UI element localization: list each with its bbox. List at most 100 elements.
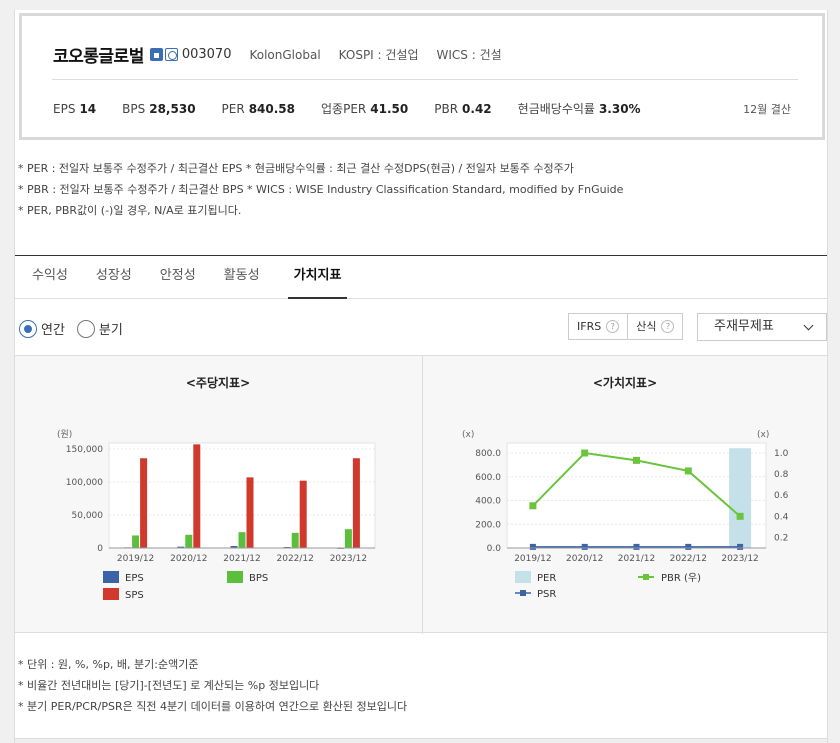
bar-bps <box>132 535 140 548</box>
title-row: 코오롱글로벌 003070 KolonGlobal KOSPI : 건설업 WI… <box>53 42 502 67</box>
x-tick-label: 2021/12 <box>618 554 655 564</box>
bar-bps <box>291 532 299 548</box>
y-tick-label: 150,000 <box>66 445 103 455</box>
y2-tick-label: 0.2 <box>774 533 788 543</box>
footnote-line: * 단위 : 원, %, %p, 배, 분기:순액기준 <box>18 658 199 671</box>
statement-select-value: 주재무제표 <box>714 319 774 334</box>
radio-annual-label[interactable]: 연간 <box>41 319 65 338</box>
point-psr <box>529 543 536 550</box>
note-line: * PER : 전일자 보통주 수정주가 / 최근결산 EPS * 현금배당수익… <box>18 162 574 175</box>
y2-tick-label: 0.8 <box>774 470 789 480</box>
wics-sector: WICS : 건설 <box>436 48 502 62</box>
legend-label: SPS <box>125 590 144 601</box>
point-pbr <box>581 449 589 457</box>
english-name: KolonGlobal <box>249 47 321 62</box>
tab-profitability[interactable]: 수익성 <box>32 256 68 299</box>
legend-swatch <box>103 588 119 600</box>
chevron-down-icon <box>803 320 814 331</box>
footnote-line: * 비율간 전년대비는 [당기]-[전년도] 로 계산되는 %p 정보입니다 <box>18 679 320 692</box>
x-tick-label: 2023/12 <box>721 554 758 564</box>
point-pbr <box>736 512 744 520</box>
y-axis-label: (x) <box>462 430 474 440</box>
y-tick-label: 50,000 <box>72 511 104 521</box>
x-tick-label: 2022/12 <box>277 554 314 564</box>
indicator-tabs: 수익성 성장성 안정성 활동성 가치지표 <box>15 255 827 299</box>
x-tick-label: 2023/12 <box>330 554 367 564</box>
x-tick-label: 2020/12 <box>566 554 603 564</box>
x-tick-label: 2021/12 <box>223 554 260 564</box>
bar-sps <box>299 480 307 548</box>
help-icon[interactable]: ? <box>606 320 620 333</box>
x-tick-label: 2022/12 <box>670 554 707 564</box>
radio-annual[interactable] <box>19 319 37 338</box>
formula-button[interactable]: 산식? <box>627 314 682 339</box>
page-container: 코오롱글로벌 003070 KolonGlobal KOSPI : 건설업 WI… <box>14 10 828 743</box>
point-pbr <box>684 467 692 475</box>
metric-dividend-yield: 현금배당수익률 3.30% <box>517 102 641 116</box>
period-selector: 연간 분기 <box>19 319 135 338</box>
radio-quarter-label[interactable]: 분기 <box>99 319 123 338</box>
valuation-chart: (x) (x) 0.0 200.0 400.0 600.0 800.0 0.2 0.4 0.6 0.… <box>462 430 789 600</box>
per-share-chart-panel: <주당지표> (원) 0 50,000 100,000 150,000 2019/12 20… <box>15 356 421 634</box>
y-tick-label: 600.0 <box>475 473 501 483</box>
point-psr <box>685 543 692 550</box>
legend-label: PER <box>537 573 556 584</box>
legend-swatch <box>103 571 119 583</box>
y-tick-label: 100,000 <box>66 478 103 488</box>
bar-per <box>729 448 752 548</box>
note-line: * PBR : 전일자 보통주 수정주가 / 최근결산 BPS * WICS :… <box>18 183 624 196</box>
bar-bps <box>185 534 193 548</box>
footnote-line: * 분기 PER/PCR/PSR은 직전 4분기 데이터를 이용하여 연간으로 … <box>18 700 408 713</box>
y2-axis-label: (x) <box>757 430 769 440</box>
legend-label: PBR (우) <box>661 572 701 584</box>
legend-label: EPS <box>125 573 144 584</box>
x-tick-label: 2019/12 <box>514 554 551 564</box>
table-header-strip <box>15 738 827 743</box>
bar-bps <box>344 529 352 548</box>
y-axis-label: (원) <box>57 429 72 440</box>
y-tick-label: 800.0 <box>475 449 501 459</box>
ifrs-button[interactable]: IFRS? <box>569 314 627 339</box>
legend-swatch <box>227 571 243 583</box>
tab-valuation[interactable]: 가치지표 <box>287 256 348 299</box>
metric-industry-per: 업종PER 41.50 <box>321 102 409 116</box>
company-name: 코오롱글로벌 <box>53 47 144 67</box>
bar-sps <box>140 458 148 548</box>
point-psr <box>633 543 640 550</box>
metric-bps: BPS 28,530 <box>122 101 196 116</box>
stock-code: 003070 <box>181 47 232 62</box>
legend-swatch <box>643 574 649 580</box>
x-tick-label: 2019/12 <box>117 554 154 564</box>
option-buttons: IFRS? 산식? <box>568 313 684 340</box>
ir-icon[interactable] <box>164 48 178 61</box>
divider <box>52 79 798 80</box>
note-line: * PER, PBR값이 (-)일 경우, N/A로 표기됩니다. <box>18 204 242 217</box>
x-tick-label: 2020/12 <box>170 554 207 564</box>
y2-tick-label: 0.4 <box>774 512 789 522</box>
metric-per: PER 840.58 <box>221 101 296 116</box>
legend-label: PSR <box>537 589 556 600</box>
legend-swatch <box>515 571 531 583</box>
radio-quarter[interactable] <box>76 319 95 338</box>
help-icon[interactable]: ? <box>661 320 675 333</box>
per-share-chart: (원) 0 50,000 100,000 150,000 2019/12 2020/12 20… <box>57 429 376 601</box>
definition-notes: * PER : 전일자 보통주 수정주가 / 최근결산 EPS * 현금배당수익… <box>18 158 623 221</box>
unit-footnotes: * 단위 : 원, %, %p, 배, 분기:순액기준 * 비율간 전년대비는 … <box>18 654 407 717</box>
point-psr <box>581 543 588 550</box>
y-tick-label: 0.0 <box>487 544 502 554</box>
statement-select[interactable]: 주재무제표 <box>697 313 827 341</box>
tab-stability[interactable]: 안정성 <box>160 256 196 299</box>
y-tick-label: 200.0 <box>475 520 501 530</box>
metric-pbr: PBR 0.42 <box>434 101 492 116</box>
tab-growth[interactable]: 성장성 <box>96 256 132 299</box>
homepage-icon[interactable] <box>149 48 163 61</box>
bar-sps <box>193 444 201 548</box>
chart-area: <주당지표> (원) 0 50,000 100,000 150,000 2019/12 20… <box>15 355 827 634</box>
company-summary: 코오롱글로벌 003070 KolonGlobal KOSPI : 건설업 WI… <box>19 13 825 140</box>
bar-sps <box>352 458 360 548</box>
y2-tick-label: 1.0 <box>774 449 789 459</box>
point-pbr <box>529 502 537 510</box>
tab-activity[interactable]: 활동성 <box>224 256 260 299</box>
bar-sps <box>246 477 254 548</box>
fiscal-month: 12월 결산 <box>743 103 791 116</box>
